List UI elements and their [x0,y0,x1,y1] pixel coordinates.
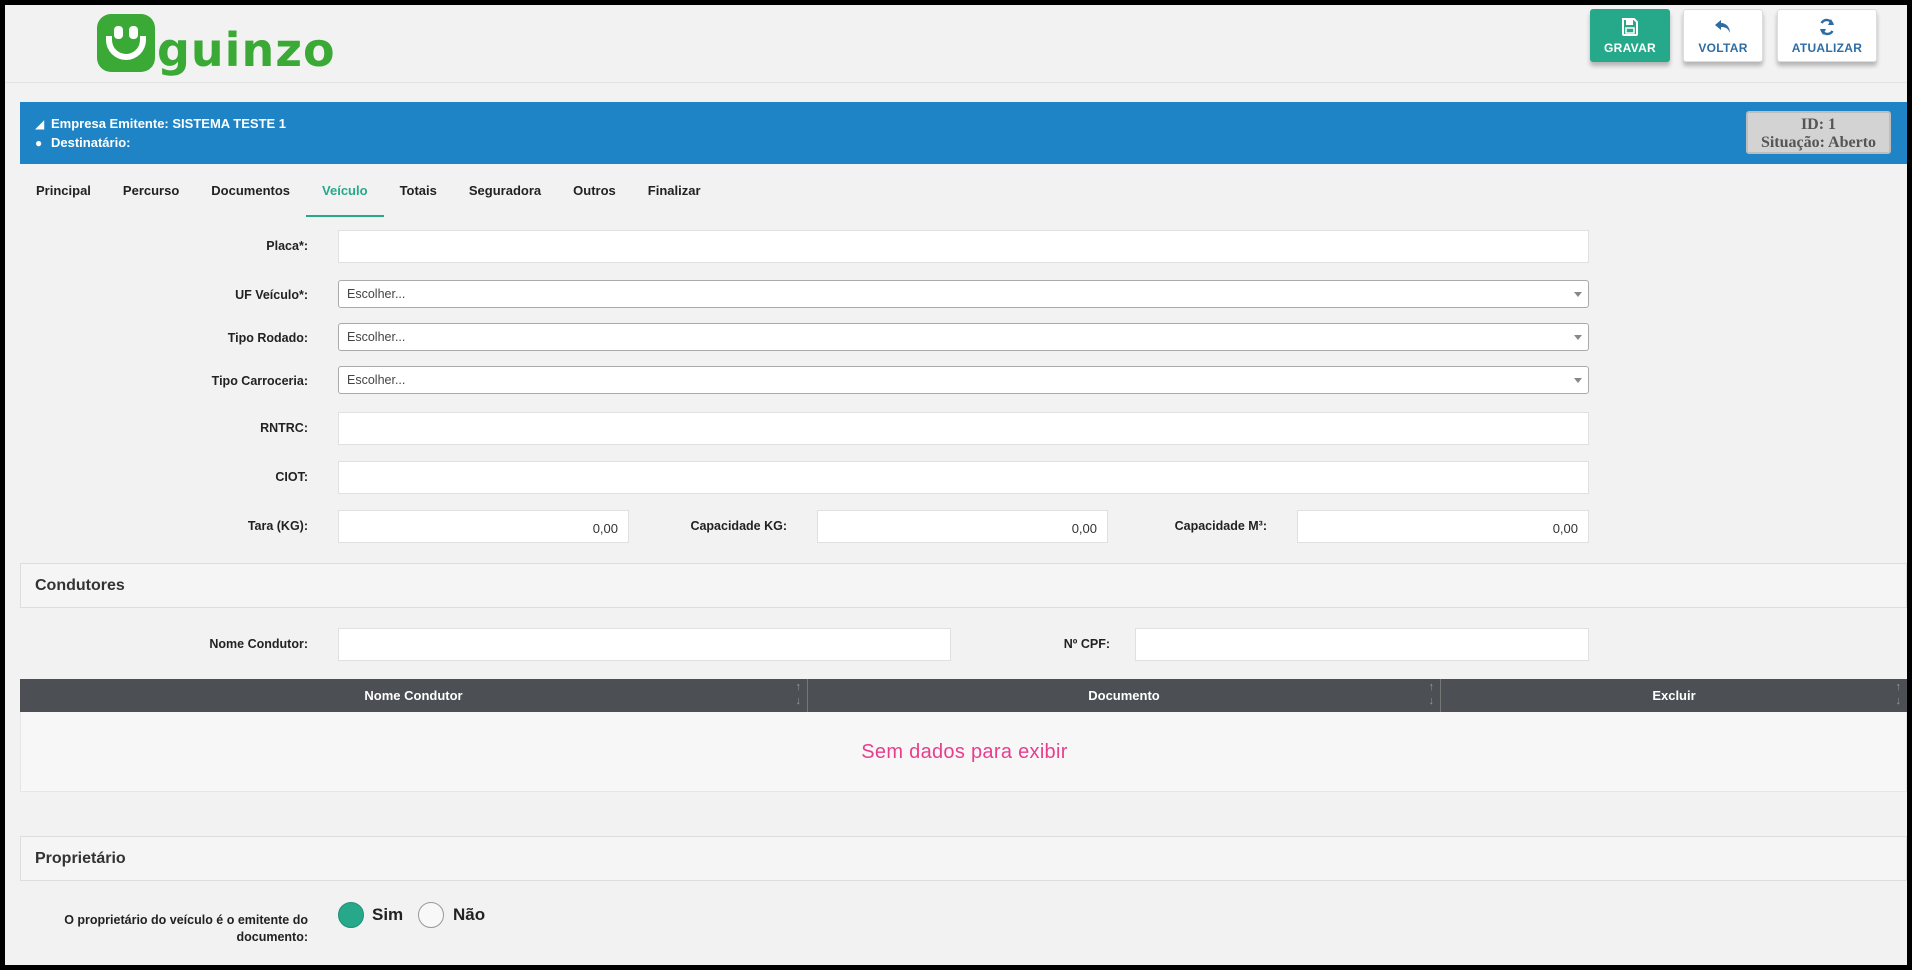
chevron-down-icon [1574,378,1582,383]
capacity-kg-input[interactable]: 0,00 [817,510,1108,543]
save-button-label: GRAVAR [1603,40,1657,55]
save-button[interactable]: GRAVAR [1590,9,1670,62]
chevron-down-icon [1574,292,1582,297]
owner-yes-radio[interactable] [338,902,364,928]
refresh-icon [1820,18,1834,35]
wheel-type-select[interactable]: Escolher... [338,323,1589,351]
empty-table-message: Sem dados para exibir [861,741,1068,763]
emitter-text: Empresa Emitente: SISTEMA TESTE 1 [51,116,287,131]
column-header-delete[interactable]: Excluir ↑ ↓ [1441,679,1907,712]
body-type-select-value: Escolher... [347,373,406,387]
owner-section-header: Proprietário [20,836,1907,881]
tab-totais[interactable]: Totais [384,172,453,217]
owner-yes-label[interactable]: Sim [372,905,403,925]
app-window: guinzo GRAVAR VOLTAR ATUALIZAR ◢ Empresa… [5,5,1907,965]
logo-text: guinzo [157,23,336,77]
document-id: ID: 1 [1800,116,1837,133]
owner-question-line1: O proprietário do veículo é o emitente d… [64,913,308,927]
tab-finalizar[interactable]: Finalizar [632,172,717,217]
ciot-label: CIOT: [275,470,308,484]
column-header-label: Nome Condutor [364,688,463,703]
tab-documentos[interactable]: Documentos [195,172,306,217]
tab-bar: Principal Percurso Documentos Veículo To… [20,172,717,219]
wheel-type-select-value: Escolher... [347,330,406,344]
guinzo-logo: guinzo [97,9,336,77]
refresh-button[interactable]: ATUALIZAR [1777,9,1877,62]
owner-question-line2: documento: [236,930,308,944]
tab-veiculo[interactable]: Veículo [306,172,384,217]
tare-input[interactable]: 0,00 [338,510,629,543]
recipient-text: Destinatário: [51,135,131,150]
uf-select[interactable]: Escolher... [338,280,1589,308]
cpf-input[interactable] [1135,628,1589,661]
column-header-driver-name[interactable]: Nome Condutor ↑ ↓ [20,679,808,712]
wheel-type-label: Tipo Rodado: [227,331,308,345]
status-badge: ID: 1 Situação: Aberto [1746,111,1891,154]
capacity-m3-label: Capacidade M³: [1174,519,1267,533]
undo-arrow-icon [1715,19,1730,33]
back-button[interactable]: VOLTAR [1683,9,1763,62]
cpf-label: Nº CPF: [1063,637,1110,651]
plate-input[interactable] [338,230,1589,263]
column-header-label: Documento [1088,688,1160,703]
recipient-line: ● Destinatário: [35,135,130,150]
tare-label: Tara (KG): [247,519,308,533]
uf-label: UF Veículo*: [235,288,308,302]
user-icon: ● [35,135,43,150]
body-type-label: Tipo Carroceria: [211,374,308,388]
sort-icon: ↑ ↓ [1428,681,1435,707]
tab-principal[interactable]: Principal [20,172,107,217]
column-header-label: Excluir [1652,688,1696,703]
capacity-m3-input[interactable]: 0,00 [1297,510,1589,543]
document-status: Situação: Aberto [1760,134,1877,151]
emitter-line: ◢ Empresa Emitente: SISTEMA TESTE 1 [35,116,286,131]
rntrc-input[interactable] [338,412,1589,445]
drivers-table-header: Nome Condutor ↑ ↓ Documento ↑ ↓ Excluir ↑ ↓ [20,679,1907,712]
rntrc-label: RNTRC: [260,421,308,435]
sort-icon: ↑ ↓ [1895,681,1902,707]
uf-select-value: Escolher... [347,287,406,301]
back-button-label: VOLTAR [1698,40,1748,55]
column-header-document[interactable]: Documento ↑ ↓ [808,679,1441,712]
body-type-select[interactable]: Escolher... [338,366,1589,394]
sort-icon: ↑ ↓ [795,681,802,707]
ciot-input[interactable] [338,461,1589,494]
drivers-section-header: Condutores [20,563,1907,608]
tab-percurso[interactable]: Percurso [107,172,195,217]
smiley-logo-icon [97,14,155,72]
plate-label: Placa*: [266,239,308,253]
document-info-bar: ◢ Empresa Emitente: SISTEMA TESTE 1 ● De… [20,102,1907,164]
chevron-down-icon [1574,335,1582,340]
floppy-disk-icon [1622,17,1638,36]
driver-name-input[interactable] [338,628,951,661]
tab-seguradora[interactable]: Seguradora [453,172,557,217]
top-bar: guinzo GRAVAR VOLTAR ATUALIZAR [5,5,1907,83]
owner-no-label[interactable]: Não [453,905,485,925]
tab-outros[interactable]: Outros [557,172,632,217]
refresh-button-label: ATUALIZAR [1791,40,1863,55]
owner-no-radio[interactable] [418,902,444,928]
owner-question-label: O proprietário do veículo é o emitente d… [15,912,308,946]
tag-icon: ◢ [35,116,45,131]
drivers-table-body: Sem dados para exibir [20,712,1907,792]
driver-name-label: Nome Condutor: [209,637,308,651]
capacity-kg-label: Capacidade KG: [690,519,787,533]
